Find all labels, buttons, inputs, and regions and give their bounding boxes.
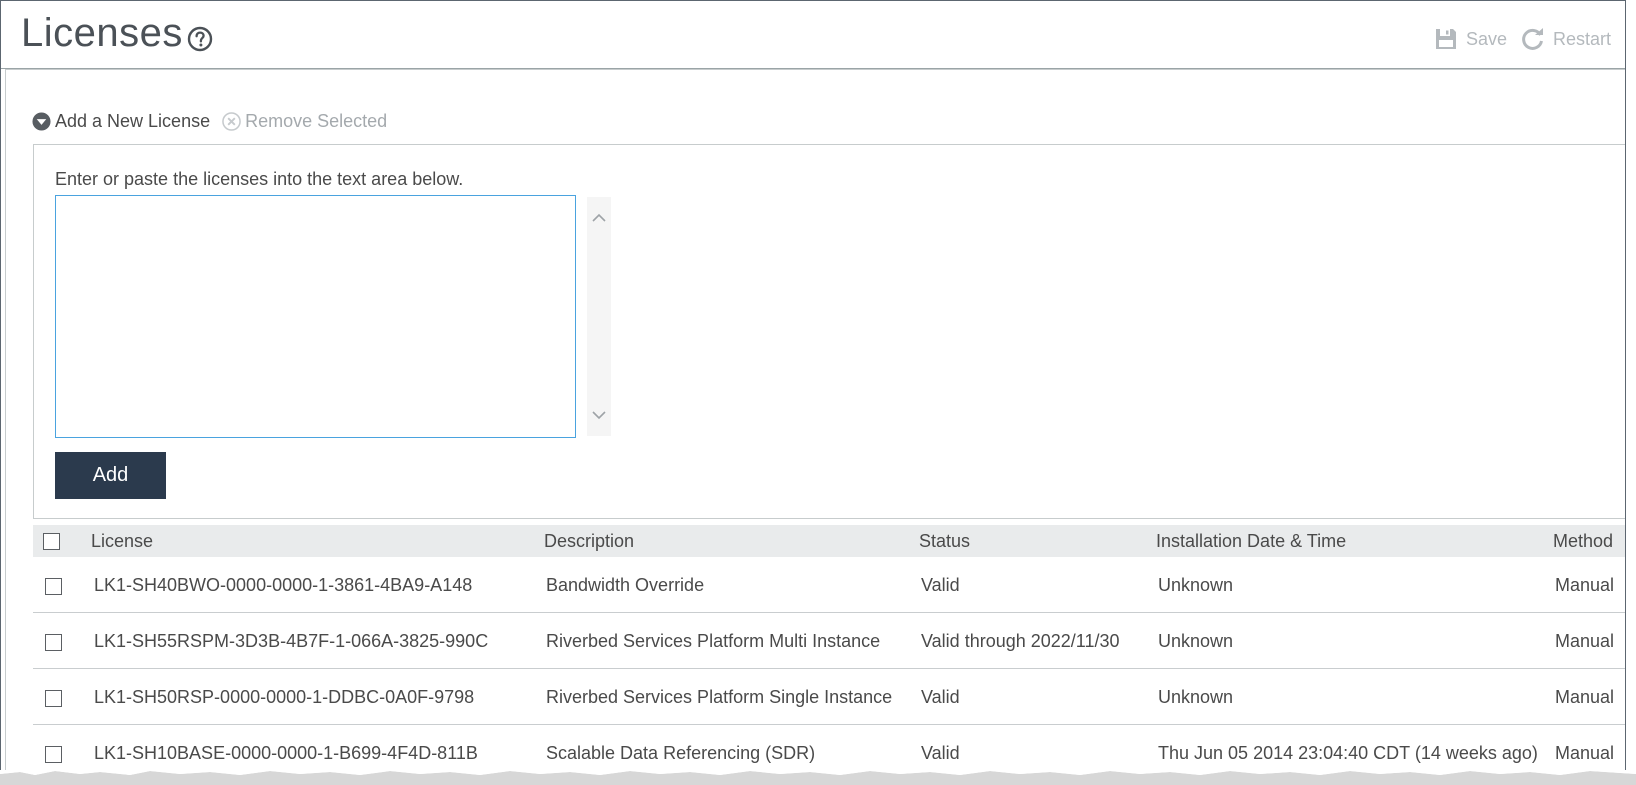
chevron-up-icon[interactable] [592, 213, 606, 223]
license-method: Manual [1555, 631, 1615, 651]
license-status: Valid [921, 575, 960, 595]
license-key: LK1-SH10BASE-0000-0000-1-B699-4F4D-811B [94, 743, 478, 763]
table-row[interactable]: LK1-SH40BWO-0000-0000-1-3861-4BA9-A148 B… [33, 557, 1625, 613]
license-description: Riverbed Services Platform Multi Instanc… [546, 631, 881, 651]
license-method: Manual [1555, 575, 1615, 595]
remove-selected-label: Remove Selected [245, 111, 388, 131]
column-header-license[interactable]: License [91, 531, 153, 552]
column-header-installation-date[interactable]: Installation Date & Time [1156, 531, 1346, 552]
license-key: LK1-SH55RSPM-3D3B-4B7F-1-066A-3825-990C [94, 631, 489, 651]
license-key: LK1-SH50RSP-0000-0000-1-DDBC-0A0F-9798 [94, 687, 475, 707]
add-new-license-label: Add a New License [55, 111, 211, 131]
row-checkbox[interactable] [45, 690, 62, 707]
torn-edge-decoration [0, 770, 1636, 785]
row-checkbox[interactable] [45, 578, 62, 595]
license-method: Manual [1555, 687, 1615, 707]
installation-date: Unknown [1158, 687, 1234, 707]
refresh-icon [1522, 28, 1543, 50]
license-actions: Add a New License Remove Selected [32, 111, 399, 132]
table-row[interactable]: LK1-SH10BASE-0000-0000-1-B699-4F4D-811B … [33, 725, 1625, 772]
installation-date: Unknown [1158, 575, 1234, 595]
chevron-down-icon[interactable] [592, 410, 606, 420]
add-license-panel: Enter or paste the licenses into the tex… [33, 144, 1625, 519]
license-description: Bandwidth Override [546, 575, 705, 595]
license-description: Scalable Data Referencing (SDR) [546, 743, 816, 763]
select-all-checkbox[interactable] [43, 533, 60, 550]
add-button[interactable]: Add [55, 452, 166, 499]
column-header-description[interactable]: Description [544, 531, 634, 552]
save-button[interactable]: Save [1434, 27, 1507, 51]
column-header-method[interactable]: Method [1553, 531, 1613, 552]
license-status: Valid through 2022/11/30 [921, 631, 1120, 651]
restart-label: Restart [1552, 28, 1611, 49]
license-status: Valid [921, 743, 960, 763]
row-checkbox[interactable] [45, 746, 62, 763]
license-instructions: Enter or paste the licenses into the tex… [55, 169, 464, 189]
save-label: Save [1465, 28, 1507, 49]
remove-selected-button[interactable]: Remove Selected [222, 111, 387, 132]
table-row[interactable]: LK1-SH55RSPM-3D3B-4B7F-1-066A-3825-990C … [33, 613, 1625, 669]
textarea-scrollbar[interactable] [587, 197, 611, 436]
installation-date: Thu Jun 05 2014 23:04:40 CDT (14 weeks a… [1158, 743, 1538, 763]
header-toolbar: Save Restart [1420, 27, 1611, 51]
floppy-disk-icon [1435, 29, 1456, 49]
license-status: Valid [921, 687, 960, 707]
triangle-down-circle-icon [32, 112, 51, 131]
page-frame: Licenses Save Restart Add a New License … [0, 0, 1626, 772]
license-description: Riverbed Services Platform Single Instan… [546, 687, 893, 707]
row-checkbox[interactable] [45, 634, 62, 651]
page-header: Licenses Save Restart [1, 1, 1625, 69]
table-row[interactable]: LK1-SH50RSP-0000-0000-1-DDBC-0A0F-9798 R… [33, 669, 1625, 725]
restart-button[interactable]: Restart [1521, 27, 1611, 51]
license-textarea[interactable] [55, 195, 576, 438]
add-new-license-button[interactable]: Add a New License [32, 111, 210, 132]
licenses-table: License Description Status Installation … [33, 525, 1625, 772]
license-method: Manual [1555, 743, 1615, 763]
license-key: LK1-SH40BWO-0000-0000-1-3861-4BA9-A148 [94, 575, 473, 595]
column-header-status[interactable]: Status [919, 531, 970, 552]
page-title: Licenses [21, 11, 183, 55]
table-header: License Description Status Installation … [33, 525, 1625, 557]
help-icon[interactable] [187, 26, 213, 52]
x-circle-icon [222, 112, 241, 131]
installation-date: Unknown [1158, 631, 1234, 651]
